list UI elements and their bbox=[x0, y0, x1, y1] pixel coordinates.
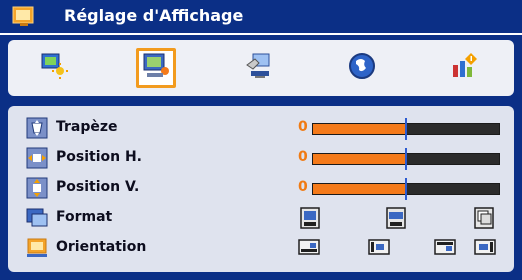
trapeze-label: Trapèze bbox=[56, 119, 118, 135]
position-h-slider-fill bbox=[313, 154, 406, 164]
format-icon bbox=[26, 207, 48, 229]
menu-title: Réglage d'Affichage bbox=[64, 6, 244, 25]
format-label: Format bbox=[56, 209, 113, 225]
title-bar: Réglage d'Affichage bbox=[0, 0, 522, 35]
front-ceiling-icon[interactable] bbox=[434, 239, 456, 255]
display-settings-icon bbox=[12, 5, 36, 27]
setting-row-position-v[interactable]: Position V. 0 bbox=[8, 174, 514, 202]
position-v-slider-fill bbox=[313, 184, 406, 194]
settings-panel: Trapèze 0 Position H. 0 Position V. 0 Fo… bbox=[8, 106, 514, 272]
keystone-icon bbox=[26, 117, 48, 139]
horizontal-position-icon bbox=[26, 147, 48, 169]
position-v-value: 0 bbox=[298, 179, 308, 195]
setting-row-format[interactable]: Format bbox=[8, 204, 514, 232]
setting-row-trapeze[interactable]: Trapèze 0 bbox=[8, 114, 514, 142]
category-tabs bbox=[8, 40, 514, 96]
position-h-slider[interactable] bbox=[312, 148, 500, 170]
vertical-position-icon bbox=[26, 177, 48, 199]
rear-desktop-icon[interactable] bbox=[368, 239, 390, 255]
trapeze-slider-handle[interactable] bbox=[405, 118, 407, 140]
orientation-icon bbox=[26, 237, 48, 259]
aspect-native-icon[interactable] bbox=[474, 207, 494, 229]
projector-osd-menu: Réglage d'Affichage Trapèze 0 Position H… bbox=[0, 0, 522, 280]
tab-language[interactable] bbox=[342, 48, 382, 88]
aspect-4-3-icon[interactable] bbox=[300, 207, 320, 229]
tab-display-settings[interactable] bbox=[136, 48, 176, 88]
trapeze-slider[interactable] bbox=[312, 118, 500, 140]
trapeze-value: 0 bbox=[298, 119, 308, 135]
tab-system-settings[interactable] bbox=[238, 48, 278, 88]
setting-row-position-h[interactable]: Position H. 0 bbox=[8, 144, 514, 172]
trapeze-slider-fill bbox=[313, 124, 406, 134]
rear-ceiling-icon[interactable] bbox=[474, 239, 496, 255]
advanced-settings-icon bbox=[449, 51, 479, 85]
position-v-slider-handle[interactable] bbox=[405, 178, 407, 200]
display-settings-icon bbox=[141, 51, 171, 85]
position-h-label: Position H. bbox=[56, 149, 142, 165]
position-v-label: Position V. bbox=[56, 179, 140, 195]
image-settings-icon bbox=[39, 51, 69, 85]
orientation-label: Orientation bbox=[56, 239, 147, 255]
tab-image-settings[interactable] bbox=[34, 48, 74, 88]
setting-row-orientation[interactable]: Orientation bbox=[8, 234, 514, 262]
position-h-value: 0 bbox=[298, 149, 308, 165]
aspect-16-9-icon[interactable] bbox=[386, 207, 406, 229]
front-desktop-icon[interactable] bbox=[298, 239, 320, 255]
position-v-slider[interactable] bbox=[312, 178, 500, 200]
language-globe-icon bbox=[347, 51, 377, 85]
tab-advanced[interactable] bbox=[444, 48, 484, 88]
position-h-slider-handle[interactable] bbox=[405, 148, 407, 170]
system-settings-icon bbox=[243, 51, 273, 85]
